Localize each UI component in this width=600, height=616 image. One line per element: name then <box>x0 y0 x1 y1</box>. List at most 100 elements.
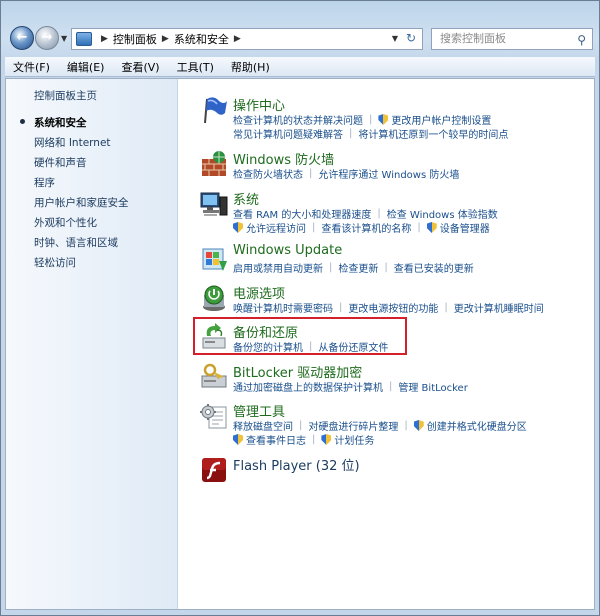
navigation-pane: 控制面板主页 系统和安全 网络和 Internet 硬件和声音 程序 用户帐户和… <box>6 79 178 609</box>
task-link[interactable]: 查看事件日志 <box>246 432 306 447</box>
separator: | <box>377 208 381 219</box>
sidebar-item-ease-of-access[interactable]: 轻松访问 <box>34 255 76 270</box>
separator: | <box>369 114 373 125</box>
uac-shield-icon <box>321 434 332 445</box>
separator: | <box>309 341 313 352</box>
menu-file[interactable]: 文件(F) <box>13 59 50 75</box>
refresh-icon[interactable]: ↻ <box>406 31 416 45</box>
sidebar-item-programs[interactable]: 程序 <box>34 175 55 190</box>
task-link[interactable]: 查看已安装的更新 <box>394 260 474 275</box>
task-link[interactable]: 计划任务 <box>334 432 374 447</box>
separator: | <box>299 420 303 431</box>
uac-shield-icon <box>233 434 243 445</box>
separator: | <box>384 262 388 273</box>
separator: | <box>339 302 343 313</box>
separator: | <box>444 302 448 313</box>
task-line: 允许远程访问 | 查看该计算机的名称 | 设备管理器 <box>233 220 490 235</box>
back-button[interactable]: ← <box>10 26 34 50</box>
task-link[interactable]: 检查更新 <box>338 260 378 275</box>
task-line: 查看事件日志 | 计划任务 <box>233 432 374 447</box>
breadcrumb-system-security[interactable]: 系统和安全 <box>174 31 229 47</box>
admin-tools-icon <box>200 404 227 429</box>
menu-edit[interactable]: 编辑(E) <box>67 59 105 75</box>
sidebar-item-hardware-sound[interactable]: 硬件和声音 <box>34 155 87 170</box>
search-placeholder: 搜索控制面板 <box>440 32 506 45</box>
task-link[interactable]: 查看该计算机的名称 <box>321 220 411 235</box>
breadcrumb-control-panel[interactable]: 控制面板 <box>113 31 157 47</box>
task-line: 检查计算机的状态并解决问题 | 更改用户帐户控制设置 <box>233 112 491 127</box>
task-line: 检查防火墙状态 | 允许程序通过 Windows 防火墙 <box>233 166 459 181</box>
uac-shield-icon <box>413 420 424 431</box>
breadcrumb-chevron-icon[interactable]: ▶ <box>101 34 108 44</box>
separator: | <box>389 381 393 392</box>
uac-shield-icon <box>426 222 437 233</box>
sidebar-item-network[interactable]: 网络和 Internet <box>34 135 111 150</box>
power-icon <box>203 285 225 311</box>
menu-bar: 文件(F) 编辑(E) 查看(V) 工具(T) 帮助(H) <box>5 57 595 77</box>
task-link[interactable]: 管理 BitLocker <box>398 379 467 394</box>
separator: | <box>404 420 408 431</box>
backup-icon <box>202 323 226 349</box>
address-dropdown-icon[interactable]: ▼ <box>392 34 398 43</box>
breadcrumb-chevron-icon[interactable]: ▶ <box>234 34 241 44</box>
control-panel-window: ← → ▼ ▶ 控制面板 ▶ 系统和安全 ▶ ▼ ↻ 搜索控制面板 ⚲ 文件(F… <box>0 0 600 616</box>
separator: | <box>312 222 316 233</box>
task-link[interactable]: 更改用户帐户控制设置 <box>391 112 491 127</box>
main-pane: 操作中心 检查计算机的状态并解决问题 | 更改用户帐户控制设置 常见计算机问题疑… <box>179 79 594 609</box>
task-line: 唤醒计算机时需要密码 | 更改电源按钮的功能 | 更改计算机睡眠时间 <box>233 300 544 315</box>
task-link[interactable]: 创建并格式化硬盘分区 <box>427 418 527 433</box>
forward-button[interactable]: → <box>35 26 59 50</box>
task-link[interactable]: 设备管理器 <box>440 220 490 235</box>
sidebar-item-appearance[interactable]: 外观和个性化 <box>34 215 97 230</box>
computer-icon <box>200 192 228 216</box>
separator: | <box>329 262 333 273</box>
windows-update-icon <box>202 248 227 271</box>
task-link[interactable]: 通过加密磁盘上的数据保护计算机 <box>233 379 383 394</box>
task-link[interactable]: 将计算机还原到一个较早的时间点 <box>358 126 508 141</box>
task-link[interactable]: 更改电源按钮的功能 <box>348 300 438 315</box>
bitlocker-icon <box>201 363 227 388</box>
task-link[interactable]: 释放磁盘空间 <box>233 418 293 433</box>
separator: | <box>417 222 421 233</box>
task-link[interactable]: 常见计算机问题疑难解答 <box>233 126 343 141</box>
task-link[interactable]: 唤醒计算机时需要密码 <box>233 300 333 315</box>
sidebar-item-clock-language[interactable]: 时钟、语言和区域 <box>34 235 118 250</box>
menu-help[interactable]: 帮助(H) <box>231 59 270 75</box>
task-link[interactable]: 检查防火墙状态 <box>233 166 303 181</box>
task-link[interactable]: 检查 Windows 体验指数 <box>387 206 498 221</box>
task-link[interactable]: 从备份还原文件 <box>318 339 388 354</box>
flash-icon <box>202 458 226 482</box>
uac-shield-icon <box>378 114 389 125</box>
task-link[interactable]: 更改计算机睡眠时间 <box>454 300 544 315</box>
task-link[interactable]: 备份您的计算机 <box>233 339 303 354</box>
task-line: 备份您的计算机 | 从备份还原文件 <box>233 339 388 354</box>
task-line: 常见计算机问题疑难解答 | 将计算机还原到一个较早的时间点 <box>233 126 508 141</box>
task-link[interactable]: 启用或禁用自动更新 <box>233 260 323 275</box>
address-field[interactable]: ▶ 控制面板 ▶ 系统和安全 ▶ ▼ ↻ <box>71 28 423 50</box>
history-dropdown-icon[interactable]: ▼ <box>61 34 67 43</box>
menu-view[interactable]: 查看(V) <box>121 59 159 75</box>
control-panel-icon <box>76 32 92 46</box>
task-link[interactable]: 允许程序通过 Windows 防火墙 <box>318 166 459 181</box>
menu-tools[interactable]: 工具(T) <box>177 59 214 75</box>
category-title[interactable]: Windows Update <box>233 243 342 258</box>
sidebar-item-home[interactable]: 控制面板主页 <box>34 88 97 103</box>
current-item-bullet-icon <box>20 119 25 124</box>
sidebar-item-system-security[interactable]: 系统和安全 <box>34 115 87 130</box>
task-link[interactable]: 检查计算机的状态并解决问题 <box>233 112 363 127</box>
search-input[interactable]: 搜索控制面板 ⚲ <box>431 28 593 50</box>
task-link[interactable]: 对硬盘进行碎片整理 <box>308 418 398 433</box>
task-link[interactable]: 查看 RAM 的大小和处理器速度 <box>233 206 371 221</box>
separator: | <box>312 434 316 445</box>
task-line: 释放磁盘空间 | 对硬盘进行碎片整理 | 创建并格式化硬盘分区 <box>233 418 527 433</box>
separator: | <box>349 128 353 139</box>
category-title[interactable]: Flash Player (32 位) <box>233 455 360 474</box>
search-icon[interactable]: ⚲ <box>577 30 586 50</box>
sidebar-item-user-accounts[interactable]: 用户帐户和家庭安全 <box>34 195 129 210</box>
flag-icon <box>204 97 227 124</box>
task-link[interactable]: 允许远程访问 <box>246 220 306 235</box>
address-bar-row: ← → ▼ ▶ 控制面板 ▶ 系统和安全 ▶ ▼ ↻ 搜索控制面板 ⚲ <box>1 23 599 55</box>
uac-shield-icon <box>233 222 243 233</box>
task-line: 启用或禁用自动更新 | 检查更新 | 查看已安装的更新 <box>233 260 474 275</box>
breadcrumb-chevron-icon[interactable]: ▶ <box>162 34 169 44</box>
